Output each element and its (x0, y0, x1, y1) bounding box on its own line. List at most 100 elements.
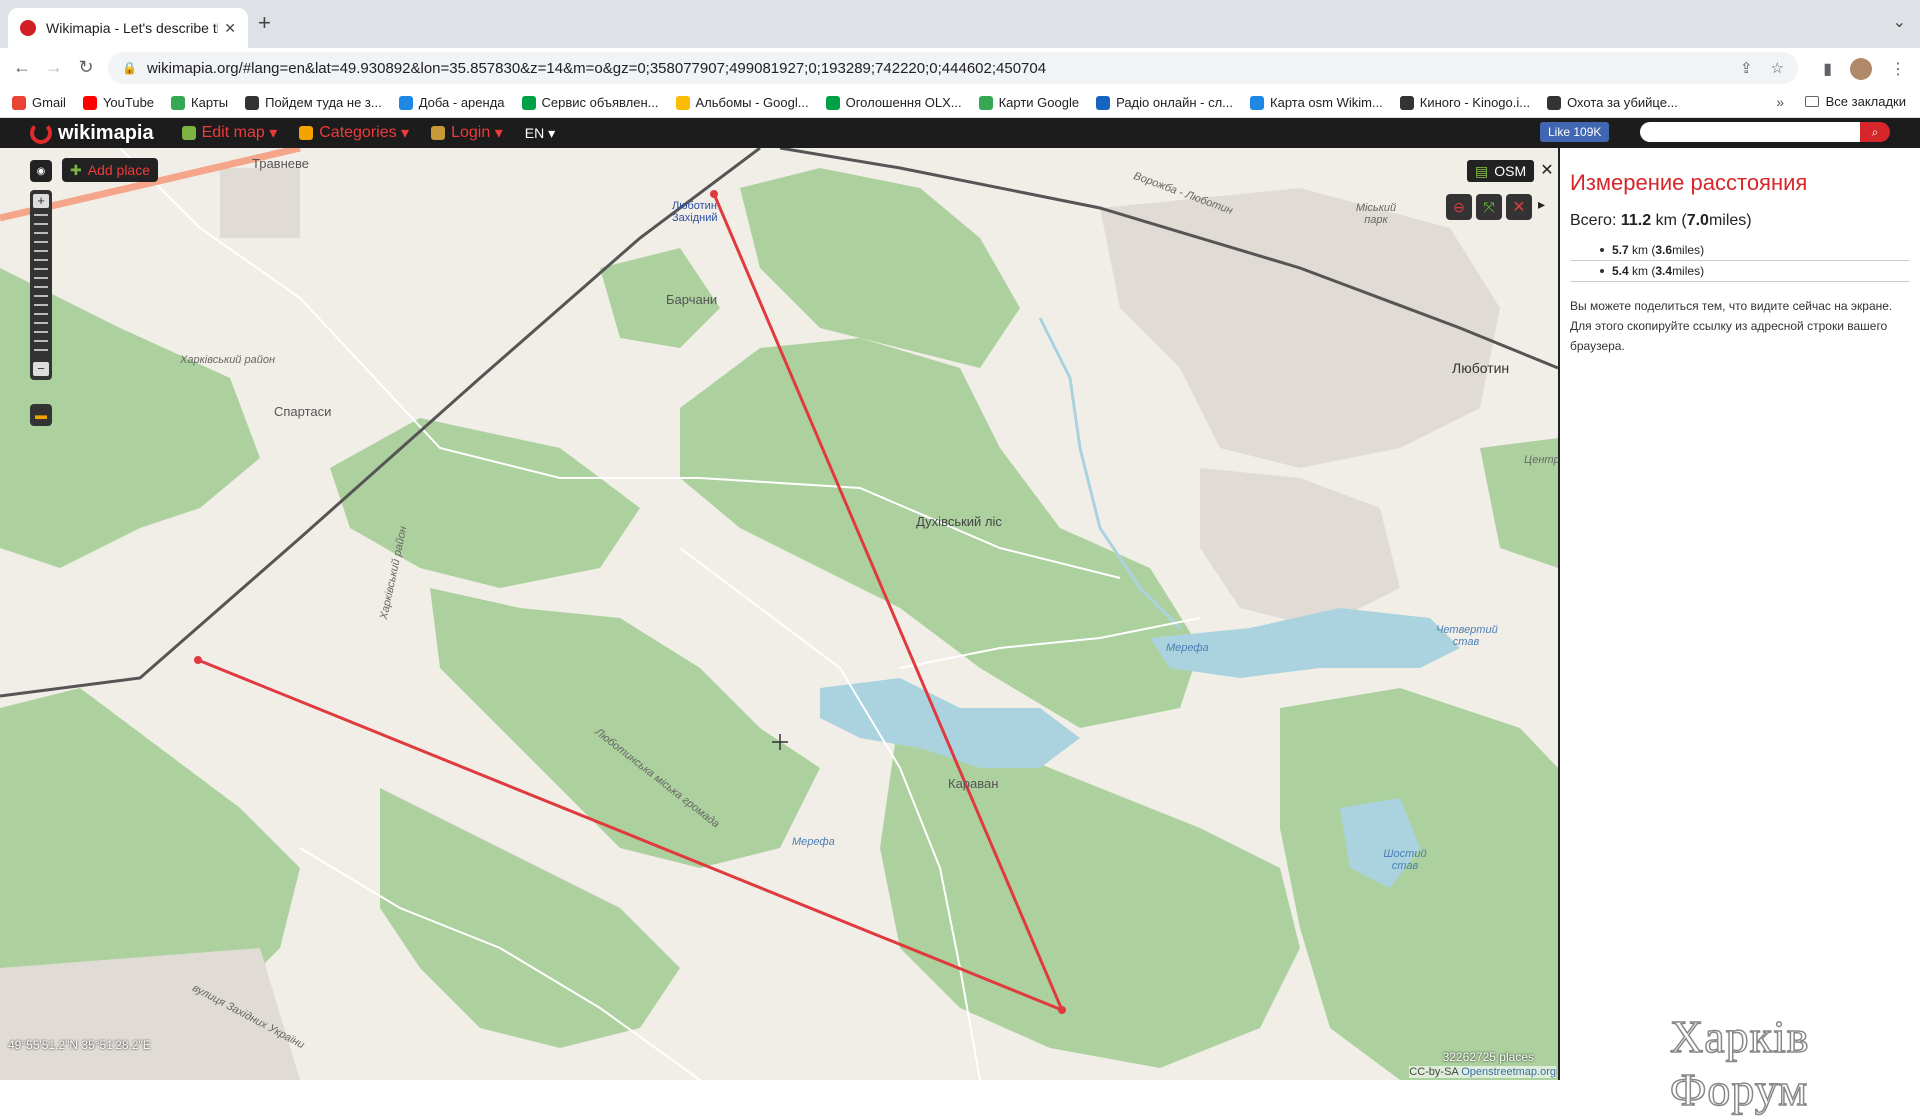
zoom-tick[interactable] (34, 232, 48, 234)
zoom-tick[interactable] (34, 223, 48, 225)
browser-menu-icon[interactable]: ⋮ (1890, 59, 1906, 79)
label-shostyi-stav: Шостий став (1383, 848, 1427, 872)
share-note: Вы можете поделиться тем, что видите сей… (1570, 299, 1893, 353)
bookmark-item[interactable]: Сервис объявлен... (521, 95, 659, 110)
bookmark-item[interactable]: Карти Google (978, 95, 1079, 110)
profile-avatar[interactable] (1850, 58, 1872, 80)
bookmark-favicon-icon (675, 95, 690, 110)
language-selector[interactable]: EN ▾ (525, 125, 555, 142)
search-input[interactable] (1640, 122, 1860, 142)
bookmark-item[interactable]: Альбомы - Googl... (675, 95, 809, 110)
panel-title: Измерение расстояния (1570, 170, 1808, 195)
tab-search-icon[interactable]: ⌄ (1893, 12, 1906, 32)
segment-list: 5.7 km (3.6miles) 5.4 km (3.4miles) (1570, 240, 1910, 282)
zoom-tick[interactable] (34, 250, 48, 252)
bookmark-label: Сервис объявлен... (541, 95, 659, 110)
zoom-tick[interactable] (34, 349, 48, 351)
categories-menu[interactable]: Categories ▾ (299, 123, 409, 143)
reload-button[interactable]: ↻ (70, 57, 102, 78)
side-panel-icon[interactable]: ▮ (1823, 59, 1832, 79)
bookmark-item[interactable]: Gmail (12, 95, 66, 110)
wikimapia-favicon-icon (20, 20, 36, 36)
bookmark-item[interactable]: Пойдем туда не з... (245, 95, 382, 110)
total-miles: 7.0 (1686, 212, 1709, 229)
zoom-tick[interactable] (34, 268, 48, 270)
zoom-tick[interactable] (34, 259, 48, 261)
map-layer-label: OSM (1494, 163, 1527, 179)
target-icon: ◉ (36, 165, 46, 177)
label-miskyi-park: Міський парк (1355, 202, 1397, 226)
bookmark-label: YouTube (102, 95, 155, 110)
bookmark-item[interactable]: Радіо онлайн - сл... (1096, 95, 1233, 110)
browser-toolbar: ← → ↻ 🔒 wikimapia.org/#lang=en&lat=49.93… (0, 48, 1920, 88)
site-logo[interactable]: wikimapia (30, 122, 154, 145)
osm-link[interactable]: Openstreetmap.org (1461, 1066, 1556, 1078)
label-dukhivskyi-lis: Духівський ліс (916, 514, 1002, 529)
new-tab-button[interactable]: + (258, 10, 271, 36)
collapse-panel-arrow-icon[interactable]: ▸ (1538, 196, 1554, 220)
bookmark-item[interactable]: Охота за убийце... (1547, 95, 1678, 110)
zoom-tick[interactable] (34, 340, 48, 342)
address-bar[interactable]: 🔒 wikimapia.org/#lang=en&lat=49.930892&l… (108, 52, 1798, 84)
bookmarks-overflow-button[interactable]: » (1776, 94, 1784, 110)
ruler-tool-button[interactable]: ▬ (30, 404, 52, 426)
bookmark-item[interactable]: Карта osm Wikim... (1250, 95, 1383, 110)
bookmark-label: Карты (191, 95, 229, 110)
add-place-icon: ✚ (70, 161, 82, 178)
all-bookmarks-button[interactable]: Все закладки (1804, 94, 1906, 109)
bookmark-star-icon[interactable]: ☆ (1771, 59, 1784, 77)
segment-miles: 3.4 (1655, 264, 1673, 278)
label-barchany: Барчани (666, 292, 718, 307)
bookmark-item[interactable]: YouTube (82, 95, 155, 110)
fit-bounds-button[interactable]: ⤧ (1476, 194, 1502, 220)
add-place-button[interactable]: ✚ Add place (62, 158, 159, 182)
total-distance: Всего: 11.2 km (7.0miles) (1570, 212, 1752, 229)
bookmark-label: Доба - аренда (418, 95, 505, 110)
zoom-tick[interactable] (34, 331, 48, 333)
close-panel-button[interactable]: ✕ (1538, 162, 1556, 180)
bookmark-favicon-icon (398, 95, 413, 110)
zoom-tick[interactable] (34, 241, 48, 243)
bookmark-item[interactable]: Оголошення OLX... (825, 95, 962, 110)
edit-map-menu[interactable]: Edit map ▾ (181, 123, 277, 143)
remove-point-button[interactable]: ⊖ (1446, 194, 1472, 220)
forward-button[interactable]: → (38, 57, 70, 78)
map-layer-button[interactable]: ▤ OSM (1467, 160, 1535, 182)
zoom-tick[interactable] (34, 304, 48, 306)
zoom-in-button[interactable]: + (33, 194, 49, 208)
lock-icon[interactable]: 🔒 (122, 61, 137, 75)
location-button[interactable]: ◉ (30, 160, 52, 182)
label-chetvertyi-stav: Четвертий став (1436, 624, 1498, 648)
clear-measure-button[interactable]: ✕ (1506, 194, 1532, 220)
zoom-tick[interactable] (34, 214, 48, 216)
zoom-tick[interactable] (34, 277, 48, 279)
bookmark-item[interactable]: Карты (171, 95, 228, 110)
zoom-tick[interactable] (34, 286, 48, 288)
zoom-tick[interactable] (34, 295, 48, 297)
facebook-like-button[interactable]: Like 109K (1540, 122, 1610, 142)
bookmark-item[interactable]: Киного - Kinogo.i... (1399, 95, 1530, 110)
close-tab-icon[interactable]: ✕ (224, 20, 236, 37)
measure-tools: ⊖ ⤧ ✕ (1446, 194, 1532, 220)
globe-icon (181, 126, 196, 140)
close-icon: ✕ (1512, 199, 1526, 216)
bookmark-favicon-icon (1250, 95, 1265, 110)
back-button[interactable]: ← (6, 57, 38, 78)
bookmark-favicon-icon (825, 95, 840, 110)
login-label: Login (451, 124, 491, 141)
zoom-tick[interactable] (34, 313, 48, 315)
search-button[interactable]: ⌕ (1860, 122, 1890, 142)
browser-tab-strip: Wikimapia - Let's describe the ✕ + ⌄ (0, 0, 1920, 48)
login-menu[interactable]: Login ▾ (431, 123, 503, 143)
zoom-out-button[interactable]: − (33, 362, 49, 376)
browser-tab[interactable]: Wikimapia - Let's describe the ✕ (8, 8, 248, 48)
total-km: 11.2 (1620, 212, 1652, 229)
bookmark-item[interactable]: Доба - аренда (398, 95, 505, 110)
expand-icon: ⤧ (1483, 198, 1495, 215)
map-canvas[interactable]: Травневе Барчани Спартаси Люботин Західн… (0, 148, 1558, 1080)
bookmark-label: Карта osm Wikim... (1270, 95, 1383, 110)
share-icon[interactable]: ⇪ (1740, 59, 1753, 77)
label-lyubotyn: Люботин (1452, 360, 1510, 376)
zoom-slider[interactable]: + − (30, 190, 52, 380)
zoom-tick[interactable] (34, 322, 48, 324)
